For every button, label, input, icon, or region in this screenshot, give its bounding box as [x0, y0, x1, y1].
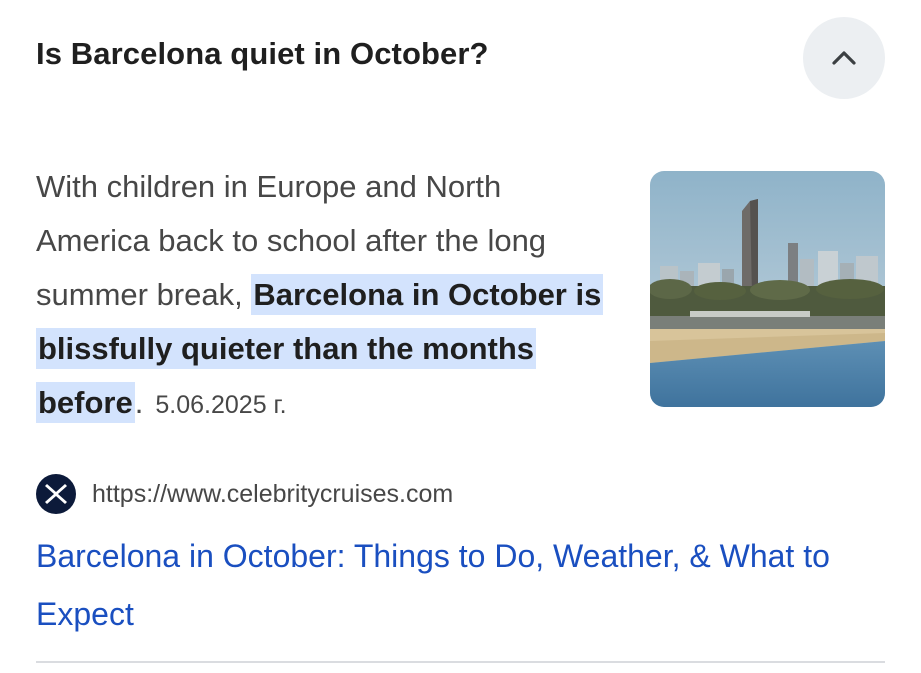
source-url: https://www.celebritycruises.com — [92, 479, 454, 508]
collapse-button[interactable] — [803, 17, 885, 99]
question-heading[interactable]: Is Barcelona quiet in October? — [36, 36, 489, 72]
answer-thumbnail[interactable] — [650, 171, 885, 407]
result-title-link[interactable]: Barcelona in October: Things to Do, Weat… — [36, 527, 886, 643]
chevron-up-icon — [831, 50, 857, 66]
divider — [36, 661, 885, 663]
source-link[interactable]: https://www.celebritycruises.com — [36, 474, 453, 514]
answer-date: 5.06.2025 г. — [155, 391, 287, 419]
celebrity-cruises-x-icon — [36, 474, 76, 514]
answer-snippet: With children in Europe and North Americ… — [36, 160, 606, 432]
answer-period: . — [134, 385, 144, 420]
